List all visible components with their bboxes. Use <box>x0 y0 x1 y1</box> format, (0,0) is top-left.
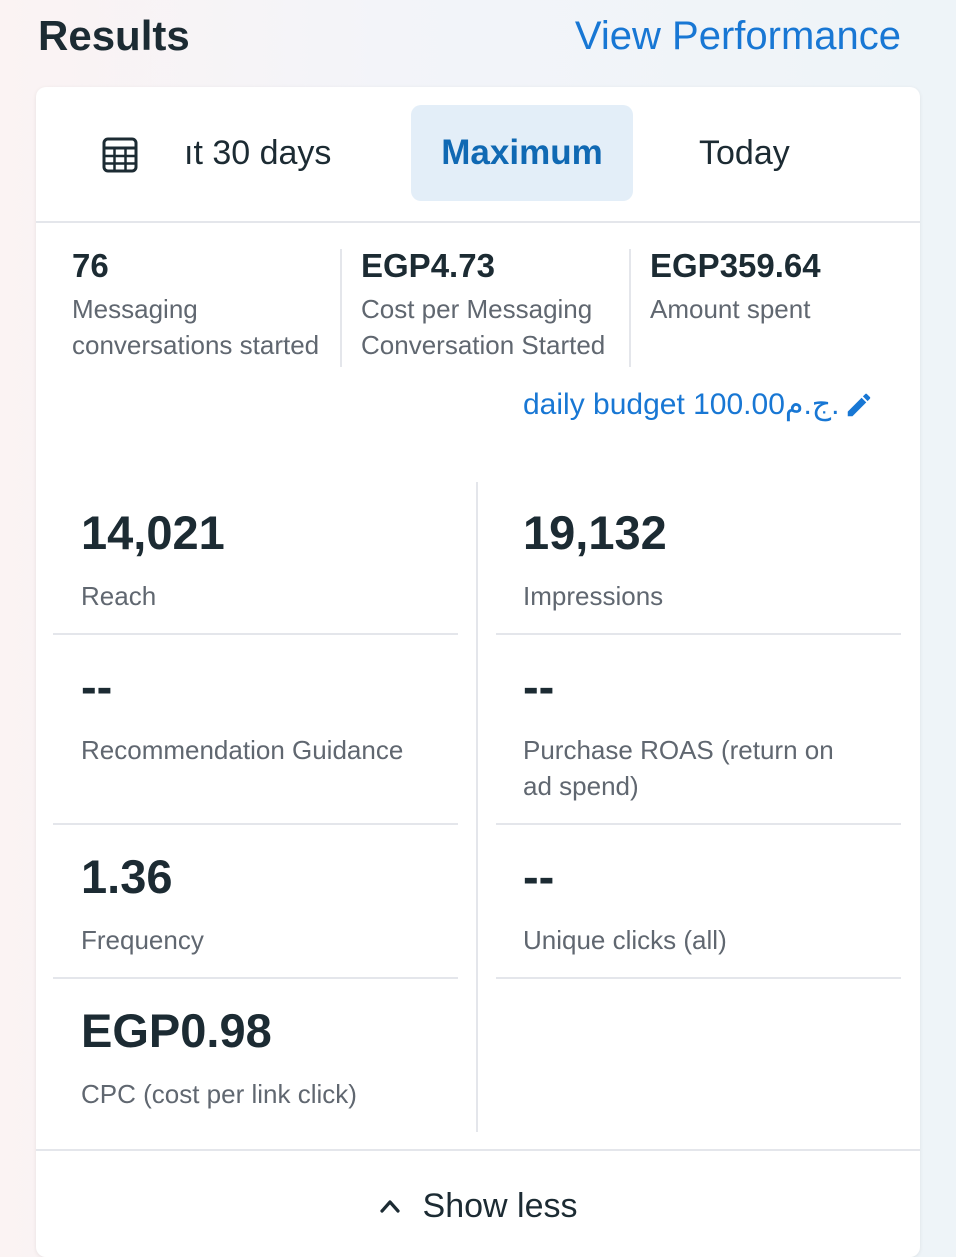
metric-frequency: 1.36 Frequency <box>81 849 204 958</box>
metrics-column-divider <box>476 482 478 1132</box>
metric-label: Recommendation Guidance <box>81 735 404 765</box>
metric-reach: 14,021 Reach <box>81 505 225 614</box>
metric-value: -- <box>523 850 555 903</box>
summary-cost-per-messaging: EGP4.73 Cost per Messaging Conversation S… <box>361 247 605 363</box>
divider <box>53 633 458 635</box>
date-range-bar: ıt 30 days Maximum Today <box>36 87 920 223</box>
daily-budget-text: daily budget 100.00ج.م. <box>523 388 840 421</box>
metric-label: Purchase ROAS (return on ad spend) <box>523 735 834 801</box>
divider <box>496 633 901 635</box>
metric-label: CPC (cost per link click) <box>81 1079 357 1109</box>
summary-label: Cost per Messaging Conversation Started <box>361 294 606 360</box>
tab-maximum[interactable]: Maximum <box>411 105 633 201</box>
metric-purchase-roas: -- Purchase ROAS (return on ad spend) <box>523 659 834 804</box>
chevron-up-icon <box>379 1200 400 1213</box>
divider <box>629 249 631 367</box>
tab-today[interactable]: Today <box>699 134 790 173</box>
summary-messaging-conversations: 76 Messaging conversations started <box>72 247 319 363</box>
metric-value: 1.36 <box>81 850 173 903</box>
metric-label: Frequency <box>81 925 204 955</box>
summary-value: 76 <box>72 247 109 284</box>
divider <box>496 977 901 979</box>
metric-cpc: EGP0.98 CPC (cost per link click) <box>81 1003 357 1112</box>
tab-last-30-days[interactable]: ıt 30 days <box>184 134 331 173</box>
calendar-icon[interactable] <box>102 135 138 173</box>
summary-amount-spent: EGP359.64 Amount spent <box>650 247 821 327</box>
metric-label: Impressions <box>523 581 664 611</box>
summary-value: EGP359.64 <box>650 247 821 284</box>
divider <box>53 977 458 979</box>
summary-value: EGP4.73 <box>361 247 495 284</box>
show-less-label: Show less <box>422 1186 578 1225</box>
metric-label: Unique clicks (all) <box>523 925 727 955</box>
divider <box>496 823 901 825</box>
metric-value: -- <box>81 660 113 713</box>
metric-label: Reach <box>81 581 157 611</box>
metric-value: -- <box>523 660 555 713</box>
divider <box>53 823 458 825</box>
show-less-button[interactable]: Show less <box>36 1149 920 1257</box>
view-performance-link[interactable]: View Performance <box>575 14 901 59</box>
metric-unique-clicks: -- Unique clicks (all) <box>523 849 727 958</box>
metric-value: 14,021 <box>81 506 225 559</box>
results-card: ıt 30 days Maximum Today 76 Messaging con… <box>36 87 920 1257</box>
metric-value: 19,132 <box>523 506 667 559</box>
page-title: Results <box>38 12 190 59</box>
metric-value: EGP0.98 <box>81 1004 272 1057</box>
daily-budget-button[interactable]: daily budget 100.00ج.م. <box>523 387 874 422</box>
summary-label: Messaging conversations started <box>72 294 320 360</box>
summary-label: Amount spent <box>650 294 811 324</box>
pencil-icon <box>847 393 870 416</box>
divider <box>340 249 342 367</box>
metric-recommendation-guidance: -- Recommendation Guidance <box>81 659 403 768</box>
metric-impressions: 19,132 Impressions <box>523 505 667 614</box>
